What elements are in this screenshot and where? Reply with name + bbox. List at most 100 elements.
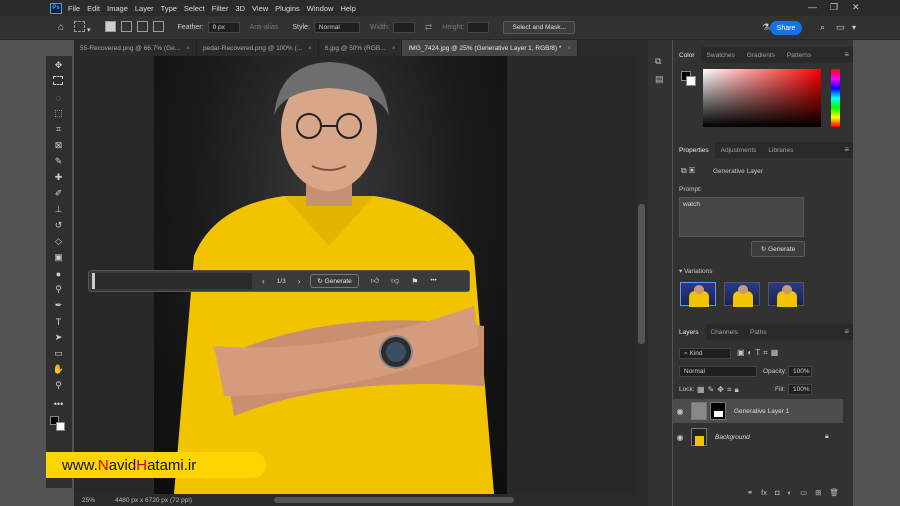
properties-generate-button[interactable]: ↻ Generate	[751, 241, 805, 257]
new-selection-icon[interactable]	[104, 21, 116, 34]
tab-swatches[interactable]: Swatches	[701, 47, 741, 63]
history-brush-tool-icon[interactable]: ↺	[53, 220, 64, 231]
flag-icon[interactable]: ⚑	[411, 277, 418, 286]
brush-tool-icon[interactable]: ✐	[53, 188, 64, 199]
menu-edit[interactable]: Edit	[87, 4, 100, 13]
hand-tool-icon[interactable]: ✋	[53, 364, 64, 375]
layer-filter-icons[interactable]: ▣◐T⌗▦	[737, 348, 781, 358]
menu-plugins[interactable]: Plugins	[275, 4, 300, 13]
move-tool-icon[interactable]: ✥	[53, 60, 64, 71]
fill-input[interactable]: 100%	[788, 384, 812, 395]
tab-channels[interactable]: Channels	[705, 324, 744, 340]
menu-filter[interactable]: Filter	[212, 4, 229, 13]
menu-3d[interactable]: 3D	[235, 4, 245, 13]
tab-layers[interactable]: Layers	[673, 324, 705, 340]
close-tab-icon[interactable]: ×	[186, 45, 190, 52]
more-options-icon[interactable]: •••	[430, 278, 436, 284]
crop-tool-icon[interactable]: ⌗	[53, 124, 64, 135]
marquee-preset-icon[interactable]: ▾	[74, 21, 91, 34]
eyedropper-tool-icon[interactable]: ✎	[53, 156, 64, 167]
height-input[interactable]	[467, 22, 490, 33]
frame-tool-icon[interactable]: ⊠	[53, 140, 64, 151]
layer-name[interactable]: Generative Layer 1	[734, 408, 789, 415]
home-icon[interactable]: ⌂	[58, 22, 64, 33]
pen-tool-icon[interactable]: ✒	[53, 300, 64, 311]
contextual-generate-button[interactable]: ↻ Generate	[310, 274, 359, 288]
variation-thumbnail-3[interactable]	[768, 282, 804, 307]
panel-menu-icon[interactable]: ≡	[844, 50, 849, 59]
zoom-tool-icon[interactable]: ⚲	[53, 380, 64, 391]
layer-mask-thumbnail[interactable]	[710, 402, 726, 420]
menu-image[interactable]: Image	[107, 4, 128, 13]
tab-color[interactable]: Color	[673, 47, 701, 63]
contextual-prompt-input[interactable]	[92, 273, 252, 289]
visibility-eye-icon[interactable]: ◉	[673, 433, 687, 442]
history-panel-icon[interactable]: ⧉	[655, 56, 661, 67]
workspace-chevron-icon[interactable]: ▾	[852, 23, 856, 32]
path-selection-tool-icon[interactable]: ➤	[53, 332, 64, 343]
select-and-mask-button[interactable]: Select and Mask...	[503, 21, 575, 34]
width-input[interactable]	[392, 22, 415, 33]
tab-adjustments[interactable]: Adjustments	[715, 142, 763, 158]
delete-layer-icon[interactable]: 🗑︎	[829, 488, 839, 502]
new-layer-icon[interactable]: ⊞	[815, 488, 821, 502]
healing-tool-icon[interactable]: ✚	[53, 172, 64, 183]
close-tab-icon[interactable]: ×	[392, 45, 396, 52]
menu-select[interactable]: Select	[184, 4, 205, 13]
feather-input[interactable]: 0 px	[207, 22, 240, 33]
rectangle-tool-icon[interactable]: ▭	[53, 348, 64, 359]
variation-thumbnail-1[interactable]	[680, 282, 716, 307]
vertical-scrollbar[interactable]	[636, 56, 648, 494]
fx-icon[interactable]: fx	[761, 488, 767, 502]
subtract-selection-icon[interactable]	[136, 21, 148, 34]
layer-kind-filter[interactable]: ⌕ Kind	[679, 348, 731, 359]
menu-help[interactable]: Help	[340, 4, 355, 13]
background-color-swatch[interactable]	[56, 422, 65, 431]
document-info[interactable]: 4480 px x 6720 px (72 ppi)	[115, 497, 192, 504]
eraser-tool-icon[interactable]: ◇	[53, 236, 64, 247]
flask-icon[interactable]: ⚗	[762, 22, 770, 33]
layer-name[interactable]: Background	[715, 434, 750, 441]
hue-slider[interactable]	[831, 69, 840, 127]
panel-menu-icon[interactable]: ≡	[844, 327, 849, 336]
maximize-icon[interactable]: ❐	[830, 2, 838, 13]
gradient-tool-icon[interactable]: ▣	[53, 252, 64, 263]
horizontal-scroll-thumb[interactable]	[274, 497, 514, 503]
layer-row-generative[interactable]: ◉ Generative Layer 1	[673, 399, 843, 423]
close-tab-icon[interactable]: ×	[567, 45, 571, 52]
more-tools-icon[interactable]: •••	[53, 398, 64, 409]
group-icon[interactable]: ▭	[800, 488, 807, 502]
intersect-selection-icon[interactable]	[152, 21, 164, 34]
color-bg-swatch[interactable]	[686, 76, 696, 86]
close-tab-icon[interactable]: ×	[308, 45, 312, 52]
menu-view[interactable]: View	[252, 4, 268, 13]
menu-window[interactable]: Window	[307, 4, 334, 13]
link-layers-icon[interactable]: ⚭	[747, 488, 753, 502]
color-picker-field[interactable]	[703, 69, 821, 127]
comments-panel-icon[interactable]: ▤	[655, 74, 664, 85]
object-selection-tool-icon[interactable]: ⬚	[53, 108, 64, 119]
panel-menu-icon[interactable]: ≡	[844, 145, 849, 154]
thumbs-down-icon[interactable]: 👎︎	[391, 276, 399, 286]
menu-file[interactable]: File	[68, 4, 80, 13]
adjustment-layer-icon[interactable]: ◐	[788, 488, 793, 502]
type-tool-icon[interactable]: T	[53, 316, 64, 327]
next-variation-icon[interactable]: ›	[298, 277, 301, 286]
share-button[interactable]: Share	[770, 21, 802, 35]
tab-pedar-recovered[interactable]: pedar-Recovered.png @ 100% (... ×	[197, 40, 319, 56]
dodge-tool-icon[interactable]: ⚲	[53, 284, 64, 295]
lock-icons[interactable]: ▦✎✥⌗🔒︎	[697, 385, 742, 395]
menu-type[interactable]: Type	[161, 4, 177, 13]
swap-icon[interactable]: ⇄	[425, 22, 433, 33]
search-icon[interactable]: ⌕	[820, 22, 825, 33]
tab-patterns[interactable]: Patterns	[781, 47, 817, 63]
zoom-level[interactable]: 25%	[82, 497, 95, 504]
tab-6-jpg[interactable]: 6.jpg @ 50% (RGB... ×	[319, 40, 403, 56]
tab-img-7424[interactable]: IMG_7424.jpg @ 25% (Generative Layer 1, …	[402, 40, 579, 56]
blur-tool-icon[interactable]: ●	[53, 268, 64, 279]
tab-55-recovered[interactable]: 55-Recovered.png @ 66.7% (Ge... ×	[74, 40, 197, 56]
blend-mode-select[interactable]: Normal	[679, 366, 757, 377]
visibility-eye-icon[interactable]: ◉	[673, 407, 687, 416]
antialias-checkbox[interactable]: Anti-alias	[250, 24, 279, 31]
add-mask-icon[interactable]: ◘	[775, 488, 780, 502]
